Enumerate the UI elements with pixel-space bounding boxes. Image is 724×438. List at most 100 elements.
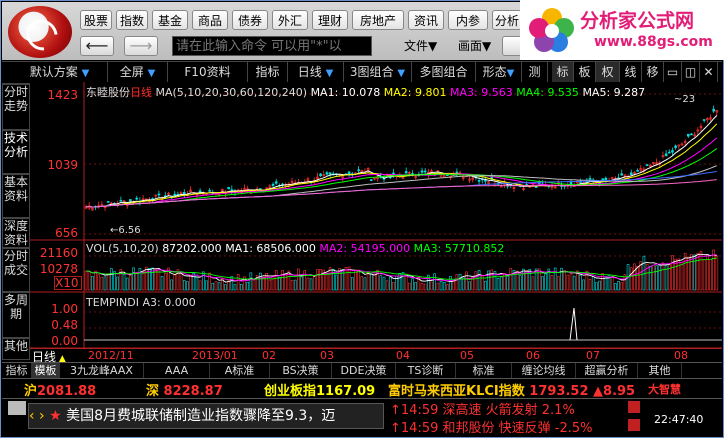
mail-icon[interactable] [8, 401, 26, 415]
side-tab-technical[interactable]: 技术分析 [2, 130, 30, 174]
quote-sh[interactable]: 沪2081.88 [24, 380, 96, 399]
prev-icon[interactable]: ‹ › [29, 408, 49, 424]
news-headline[interactable]: ‹ › ★ 美国8月费城联储制造业指数骤降至9.3，迈 [28, 403, 384, 429]
extra-button[interactable] [502, 36, 522, 56]
indicator-tick-mid: 0.48 [51, 318, 78, 332]
chevron-down-icon: ▼ [325, 68, 334, 79]
menu-wealth[interactable]: 理财 [312, 10, 348, 30]
side-tab-timeshare[interactable]: 分时走势 [2, 84, 30, 130]
side-tab-other[interactable]: 其他 [2, 338, 30, 360]
alert-2-text: 和邦股份 快速反弹 -2.5% [442, 421, 593, 436]
menu-stocks[interactable]: 股票 [80, 10, 112, 30]
ma3-label: MA3: 9.563 [450, 86, 513, 99]
scroll-up-icon[interactable] [628, 401, 640, 413]
line-button[interactable]: 线 [620, 62, 642, 83]
indicator-a3-value: 0.000 [164, 296, 196, 309]
date-label-05: 05 [460, 349, 474, 362]
mark-button[interactable]: 标 [552, 62, 574, 83]
tab-indicator[interactable]: 指标 [2, 363, 32, 379]
three-chart-button[interactable]: 3图组合 ▼ [344, 62, 412, 83]
alert-1-time: 14:59 [400, 403, 439, 418]
period-select[interactable]: 日线 ▼ [288, 62, 344, 83]
quote-klci[interactable]: 富时马来西亚KLCI指数 1793.52 ▲8.95 [388, 380, 635, 399]
tab-chanlun[interactable]: 缠论均线 [512, 363, 576, 379]
tab-jiulong[interactable]: 3九龙峰AAX [60, 363, 144, 379]
date-label-2013-01: 2013/01 [192, 349, 238, 362]
tab-dde[interactable]: DDE决策 [332, 363, 396, 379]
menu-insider[interactable]: 内参 [448, 10, 488, 30]
candle-body [455, 171, 459, 174]
candle-body [712, 108, 715, 112]
price-tick-low: 656 [55, 226, 78, 240]
indicator-tick-low: 0.00 [51, 334, 78, 348]
tab-template[interactable]: 模板 [32, 363, 60, 379]
candle-body [182, 192, 186, 195]
brand-banner: 分析家公式网 www.88gs.com [520, 0, 724, 60]
side-tab-trades[interactable]: 分时成交 [2, 248, 30, 292]
file-menu[interactable]: 文件▼ [404, 36, 437, 56]
indicator-button[interactable]: 指标 [248, 62, 288, 83]
date-label-07: 07 [586, 349, 600, 362]
scheme-select[interactable]: 默认方案 ▼ [12, 62, 108, 83]
board-button[interactable]: 板 [574, 62, 596, 83]
brand-url[interactable]: www.88gs.com [594, 34, 713, 50]
low-price-label: ←6.56 [110, 225, 141, 236]
minimize-icon[interactable]: ▭ [664, 62, 682, 83]
close-icon[interactable]: ✕ [700, 62, 718, 83]
clock: 22:47:40 [654, 413, 704, 426]
side-tab-multiperiod[interactable]: 多周期 [2, 292, 30, 338]
side-tab-basic[interactable]: 基本资料 [2, 174, 30, 218]
scroll-down-icon[interactable] [628, 419, 640, 431]
quote-chinext[interactable]: 创业板指1167.09 [264, 380, 375, 399]
menu-news[interactable]: 资讯 [408, 10, 444, 30]
menu-index[interactable]: 指数 [116, 10, 148, 30]
tab-other[interactable]: 其他 [638, 363, 682, 379]
menu-realestate[interactable]: 房地产 [352, 10, 404, 30]
candle-body [664, 153, 668, 157]
price-tick-mid: 1039 [47, 158, 78, 172]
ma2-label: MA2: 9.801 [383, 86, 447, 99]
menu-funds[interactable]: 基金 [152, 10, 188, 30]
forward-button[interactable]: ⟶ [124, 36, 158, 56]
alert-1[interactable]: ↑14:59 深高速 火箭发射 2.1% [390, 399, 575, 418]
rights-button[interactable]: 权 [596, 62, 620, 83]
indicator-tick-high: 1.00 [51, 302, 78, 316]
candle-body [601, 178, 605, 181]
menu-analysis[interactable]: 分析 [492, 10, 522, 30]
candle-body [198, 190, 202, 193]
menu-bonds[interactable]: 债券 [232, 10, 268, 30]
vol-ma1-value: 68506.000 [256, 242, 316, 255]
tab-chaoying[interactable]: 超赢分析 [576, 363, 638, 379]
side-tab-deep[interactable]: 深度资料 [2, 218, 30, 248]
candle-body [636, 170, 639, 172]
high-price-label: ~23 [674, 94, 696, 105]
measure-button[interactable]: 测 [522, 62, 548, 83]
tab-standard[interactable]: 标准 [456, 363, 512, 379]
tab-bs[interactable]: BS决策 [270, 363, 332, 379]
multi-chart-button[interactable]: 多图组合 [412, 62, 476, 83]
indicator-tab-row: 指标 模板 3九龙峰AAX AAA A标准 BS决策 DDE决策 TS诊断 标准… [2, 362, 722, 379]
candle-body [404, 171, 408, 174]
command-input[interactable]: 请在此输入命令 可以用"*"以 [172, 36, 372, 56]
menu-forex[interactable]: 外汇 [272, 10, 308, 30]
candle-body [604, 177, 608, 181]
f10-button[interactable]: F10资料 [168, 62, 248, 83]
quote-sz[interactable]: 深 8228.87 [146, 380, 223, 399]
alert-2[interactable]: ↑14:59 和邦股份 快速反弹 -2.5% [390, 417, 593, 436]
pattern-button[interactable]: 形态▼ [476, 62, 522, 83]
app-logo-icon[interactable] [8, 6, 72, 58]
candle-body [690, 133, 693, 136]
candle-body [423, 170, 427, 173]
candle-body [645, 164, 649, 167]
back-button[interactable]: ⟵ [80, 36, 114, 56]
move-button[interactable]: 移 [642, 62, 664, 83]
three-chart-label: 3图组合 [349, 65, 394, 79]
tab-aaa[interactable]: AAA [144, 363, 210, 379]
tab-ts[interactable]: TS诊断 [396, 363, 456, 379]
fullscreen-button[interactable]: 全屏 ▼ [108, 62, 168, 83]
alert-2-time: 14:59 [400, 421, 439, 436]
menu-commodities[interactable]: 商品 [192, 10, 228, 30]
tab-a-standard[interactable]: A标准 [210, 363, 270, 379]
view-menu[interactable]: 画面▼ [458, 36, 491, 56]
restore-icon[interactable]: ◫ [682, 62, 700, 83]
